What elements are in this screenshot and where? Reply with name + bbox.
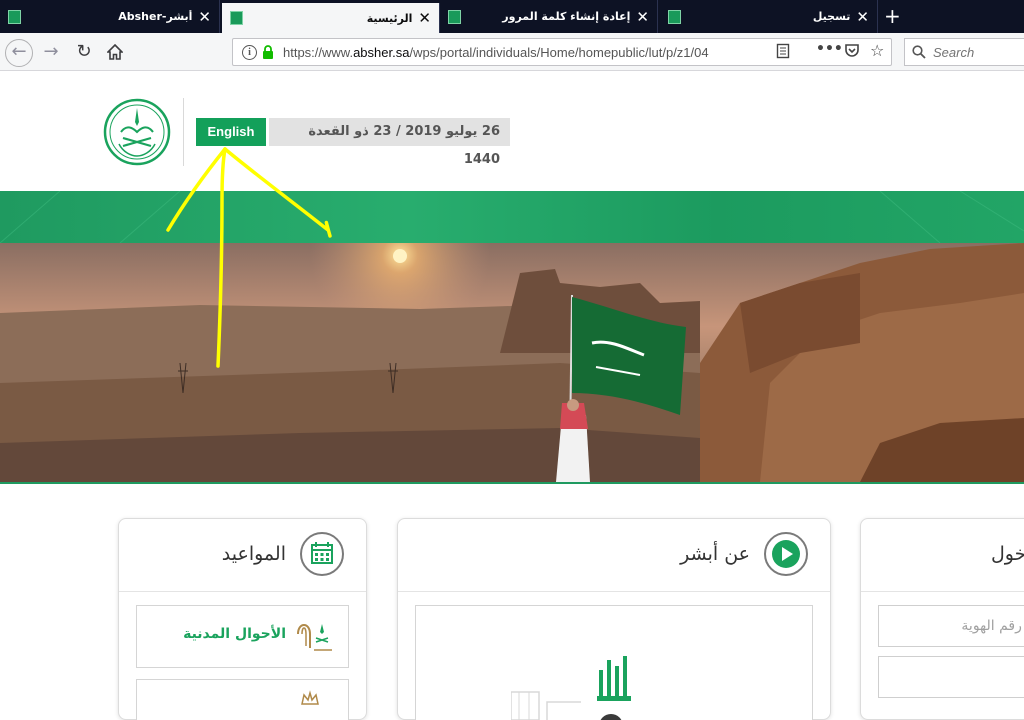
- appointments-card: المواعيد الأحوال المدنية: [118, 518, 367, 720]
- new-tab-plus-icon[interactable]: +: [884, 4, 901, 28]
- tab-home[interactable]: الرئيسية ✕: [222, 3, 440, 33]
- hero-banner-image: [0, 243, 1024, 482]
- forward-arrow-icon[interactable]: →: [38, 39, 64, 65]
- absher-favicon-icon: [8, 9, 21, 24]
- absher-favicon-icon: [668, 9, 681, 24]
- nav-toolbar: ← → ↻ i https://www.absher.sa/wps/portal…: [0, 33, 1024, 71]
- bookmark-star-icon[interactable]: ☆: [870, 41, 884, 60]
- tab-register[interactable]: تسجيل ✕: [660, 0, 878, 33]
- play-icon[interactable]: [764, 532, 808, 576]
- login-card: خول أو رقم الهوية: [860, 518, 1024, 720]
- search-box[interactable]: Search: [904, 38, 1024, 66]
- id-number-input[interactable]: أو رقم الهوية: [878, 605, 1024, 647]
- absher-favicon-icon: [230, 11, 243, 25]
- close-icon[interactable]: ✕: [418, 9, 431, 27]
- id-number-placeholder: أو رقم الهوية: [961, 618, 1024, 634]
- info-icon[interactable]: i: [242, 45, 257, 60]
- tab-title: تسجيل: [812, 10, 851, 23]
- about-absher-card: عن أبشر: [397, 518, 831, 720]
- calendar-icon: [300, 532, 344, 576]
- close-icon[interactable]: ✕: [636, 8, 649, 26]
- search-placeholder: Search: [933, 45, 975, 60]
- tab-title: أبشر-Absher: [118, 10, 193, 23]
- about-title: عن أبشر: [680, 543, 750, 565]
- password-input[interactable]: [878, 656, 1024, 698]
- saudi-emblem-logo-icon: [103, 98, 171, 166]
- home-icon[interactable]: [102, 39, 128, 65]
- english-language-button[interactable]: English: [196, 118, 266, 146]
- login-title: خول: [991, 543, 1024, 565]
- url-text: https://www.absher.sa/wps/portal/individ…: [283, 45, 763, 60]
- absher-logo-icon: [511, 656, 631, 720]
- url-host: absher.sa: [353, 45, 410, 60]
- header-divider: [183, 98, 184, 166]
- pocket-icon[interactable]: [844, 43, 860, 63]
- tab-strip: أبشر-Absher ✕ الرئيسية ✕ إعادة إنشاء كلم…: [0, 0, 1024, 33]
- search-icon: [912, 45, 926, 59]
- page-actions-menu-icon[interactable]: •••: [816, 41, 843, 57]
- card-header: خول: [861, 519, 1024, 592]
- address-bar[interactable]: i https://www.absher.sa/wps/portal/indiv…: [232, 38, 892, 66]
- absher-favicon-icon: [448, 9, 461, 24]
- civil-affairs-label: الأحوال المدنية: [183, 626, 286, 642]
- card-header: المواعيد: [119, 519, 366, 592]
- close-icon[interactable]: ✕: [856, 8, 869, 26]
- url-prefix: https://www.: [283, 45, 354, 60]
- card-header: عن أبشر: [398, 519, 830, 592]
- about-video-preview[interactable]: [415, 605, 813, 720]
- appointments-title: المواعيد: [221, 543, 286, 565]
- civil-affairs-logo-icon: [297, 624, 332, 651]
- url-path: /wps/portal/individuals/Home/homepublic/…: [409, 45, 709, 60]
- civil-affairs-service-button[interactable]: الأحوال المدنية: [136, 605, 349, 668]
- reader-view-icon[interactable]: [776, 43, 790, 63]
- tab-absher[interactable]: أبشر-Absher ✕: [0, 0, 220, 33]
- page-content: English 26 يوليو 2019 / 23 ذو القعدة 144…: [0, 72, 1024, 720]
- tab-title: الرئيسية: [366, 11, 413, 25]
- green-header-band: [0, 191, 1024, 243]
- date-display: 26 يوليو 2019 / 23 ذو القعدة 1440: [269, 118, 510, 167]
- back-arrow-icon[interactable]: ←: [5, 39, 33, 67]
- tab-reset-password[interactable]: إعادة إنشاء كلمة المرور ✕: [440, 0, 658, 33]
- tab-title: إعادة إنشاء كلمة المرور: [502, 10, 631, 23]
- close-icon[interactable]: ✕: [198, 8, 211, 26]
- hero-bottom-line: [0, 482, 1024, 484]
- lock-icon: [263, 45, 273, 59]
- reload-icon[interactable]: ↻: [71, 39, 97, 65]
- service-button[interactable]: [136, 679, 349, 720]
